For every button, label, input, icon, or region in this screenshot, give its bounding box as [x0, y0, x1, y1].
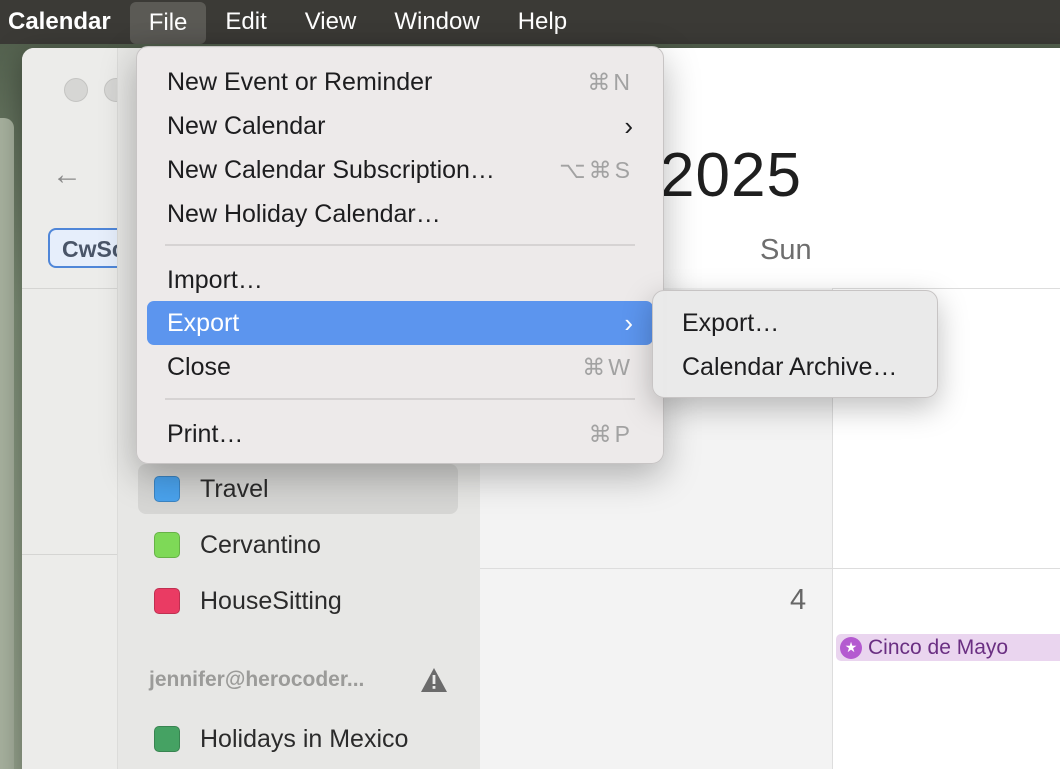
grid-line	[480, 568, 1060, 569]
chevron-right-icon: ›	[624, 110, 633, 141]
calendar-item-travel[interactable]: Travel	[138, 464, 458, 514]
menu-shortcut: ⌘P	[588, 420, 633, 447]
calendar-item-label: Cervantino	[200, 530, 321, 559]
menu-item-new-calendar[interactable]: New Calendar ›	[147, 104, 653, 148]
calendar-item-label: Holidays in Mexico	[200, 724, 409, 753]
calendar-item-housesitting[interactable]: HouseSitting	[138, 576, 458, 626]
warning-icon[interactable]	[419, 666, 449, 694]
menu-bar: Calendar File Edit View Window Help	[0, 0, 1060, 44]
menu-shortcut: ⌘W	[582, 353, 633, 380]
account-label: jennifer@herocoder...	[149, 668, 365, 691]
calendar-item-holidays-mexico[interactable]: Holidays in Mexico	[138, 714, 458, 764]
event-cinco-de-mayo[interactable]: ★ Cinco de Mayo	[836, 634, 1060, 661]
menu-separator	[165, 244, 635, 246]
calendar-item-label: HouseSitting	[200, 586, 342, 615]
menu-item-label: New Calendar Subscription…	[167, 155, 495, 184]
submenu-item-export[interactable]: Export…	[682, 303, 779, 343]
menu-item-print[interactable]: Print… ⌘P	[147, 412, 653, 456]
menu-edit[interactable]: Edit	[206, 0, 285, 44]
menu-item-label: Print…	[167, 419, 244, 448]
menu-separator	[165, 398, 635, 400]
account-header: jennifer@herocoder...	[149, 666, 449, 694]
menu-item-close[interactable]: Close ⌘W	[147, 345, 653, 389]
background-window	[0, 118, 14, 769]
day-of-week-header: Sun	[760, 234, 812, 266]
calendar-color-swatch[interactable]	[154, 588, 180, 614]
menu-item-new-subscription[interactable]: New Calendar Subscription… ⌥⌘S	[147, 148, 653, 192]
menu-shortcut: ⌥⌘S	[559, 156, 633, 183]
menu-item-label: Export	[167, 308, 240, 337]
calendar-color-swatch[interactable]	[154, 476, 180, 502]
close-window-button[interactable]	[64, 78, 88, 102]
submenu-item-calendar-archive[interactable]: Calendar Archive…	[682, 347, 897, 387]
menu-file[interactable]: File	[129, 2, 207, 44]
menu-item-label: New Calendar	[167, 111, 326, 140]
divider	[22, 554, 117, 555]
calendar-item-cervantino[interactable]: Cervantino	[138, 520, 458, 570]
calendar-color-swatch[interactable]	[154, 726, 180, 752]
menu-calendar[interactable]: Calendar	[0, 0, 130, 44]
menu-help[interactable]: Help	[499, 0, 586, 44]
year-title: 2025	[660, 141, 802, 210]
menu-window[interactable]: Window	[375, 0, 498, 44]
event-title: Cinco de Mayo	[868, 635, 1009, 659]
calendar-color-swatch[interactable]	[154, 532, 180, 558]
menu-item-label: Import…	[167, 265, 263, 294]
menu-item-label: Close	[167, 352, 231, 381]
menu-item-export[interactable]: Export ›	[147, 301, 653, 345]
back-arrow-icon[interactable]: ←	[52, 158, 82, 192]
menu-item-label: New Event or Reminder	[167, 67, 433, 96]
chevron-right-icon: ›	[624, 307, 633, 338]
menu-item-new-event[interactable]: New Event or Reminder ⌘N	[147, 60, 653, 104]
divider	[22, 288, 117, 289]
export-submenu: Export… Calendar Archive…	[652, 290, 938, 398]
menu-item-new-holiday-calendar[interactable]: New Holiday Calendar…	[147, 192, 653, 236]
calendar-item-label: Travel	[200, 474, 269, 503]
menu-view[interactable]: View	[286, 0, 376, 44]
day-number[interactable]: 4	[790, 584, 806, 617]
menu-item-label: New Holiday Calendar…	[167, 199, 441, 228]
menu-item-import[interactable]: Import…	[147, 258, 653, 302]
menu-shortcut: ⌘N	[587, 68, 633, 95]
file-menu: New Event or Reminder ⌘N New Calendar › …	[136, 46, 664, 464]
star-icon: ★	[840, 636, 862, 659]
